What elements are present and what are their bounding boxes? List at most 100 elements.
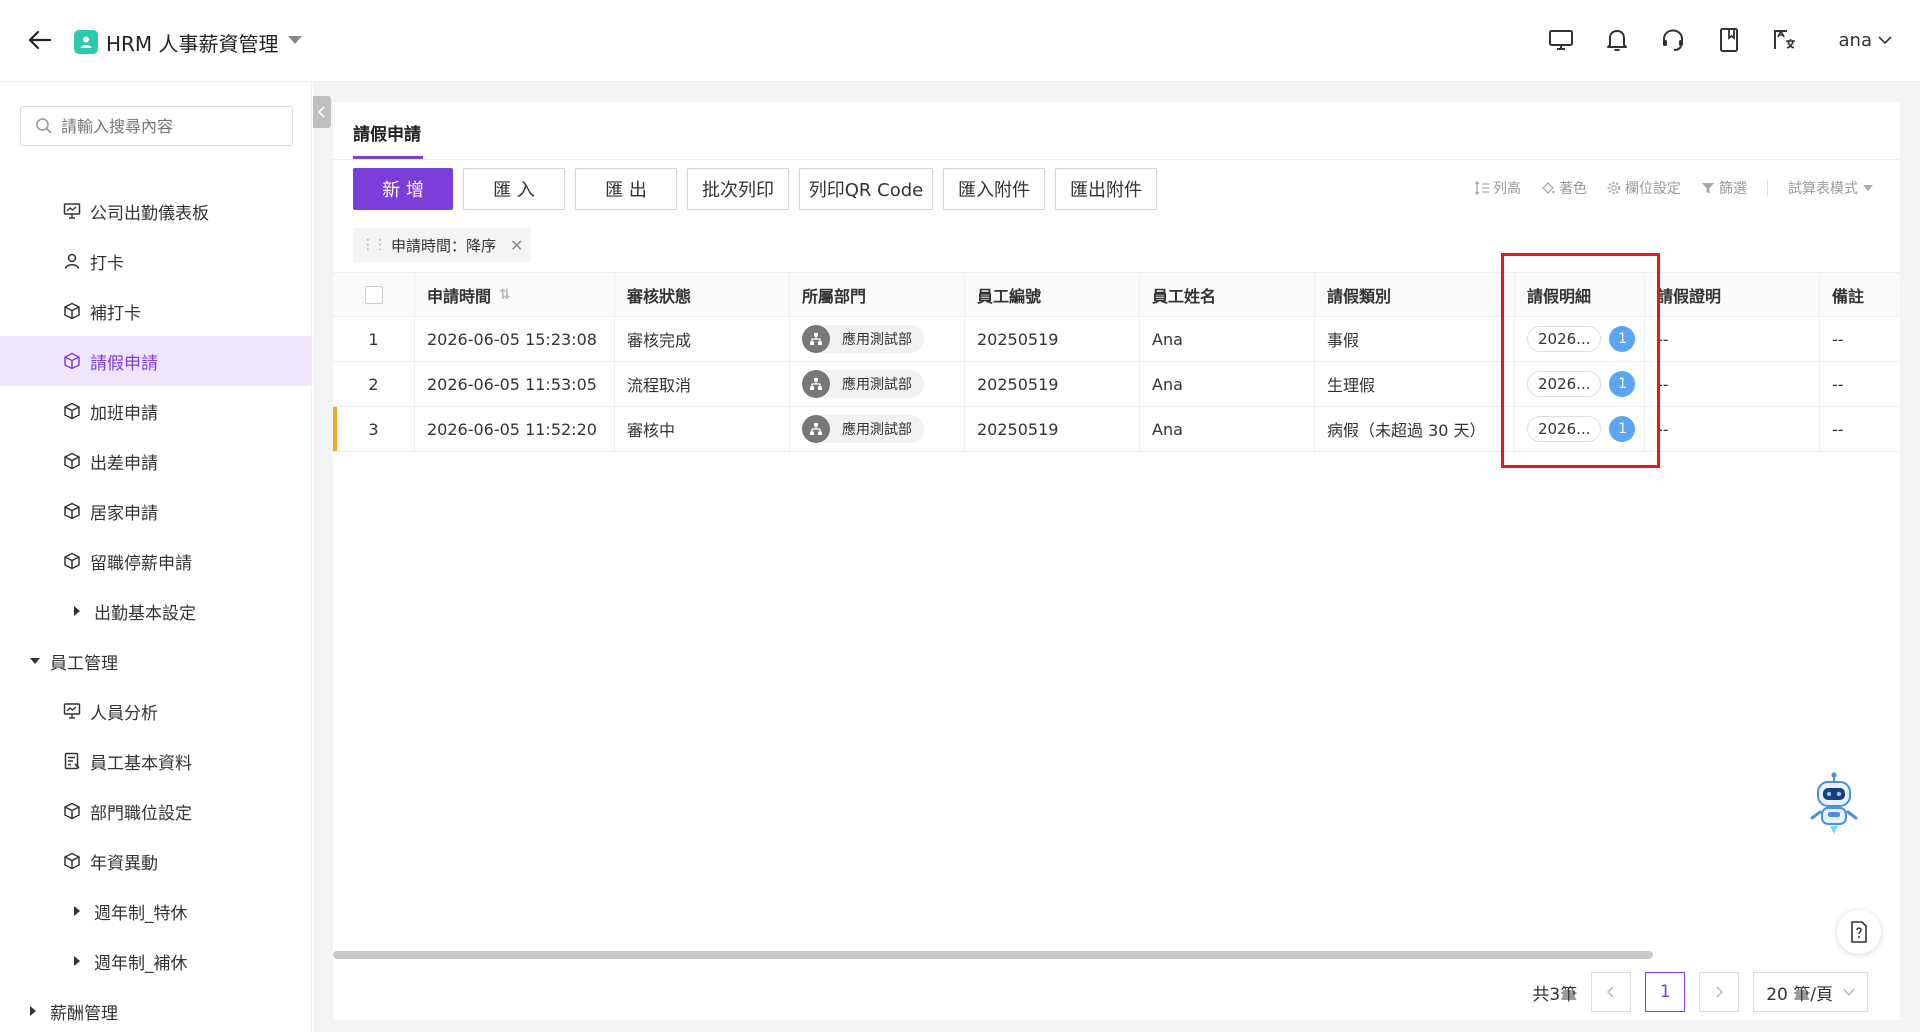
chevron-down-icon	[1878, 36, 1892, 45]
sidebar-item-10[interactable]: 人員分析	[0, 686, 312, 736]
sidebar-item-label: 週年制_補休	[94, 953, 188, 974]
detail-pill[interactable]: 2026...	[1527, 371, 1602, 397]
dept-badge[interactable]: 應用測試部	[802, 370, 924, 398]
sidebar-item-label: 補打卡	[90, 303, 141, 324]
app-logo-icon	[74, 30, 98, 54]
select-all-checkbox[interactable]	[364, 285, 383, 304]
col-header-note[interactable]: 備註	[1820, 273, 1900, 316]
col-header-type[interactable]: 請假類別	[1315, 273, 1515, 316]
table-row[interactable]: 2 2026-06-05 11:53:05 流程取消 應用測試部 20250519 Ana…	[333, 362, 1900, 407]
headset-icon[interactable]	[1657, 24, 1689, 56]
dept-badge[interactable]: 應用測試部	[802, 325, 924, 353]
cell-note: --	[1832, 419, 1844, 439]
chevron-left-icon	[1607, 986, 1614, 998]
column-settings-tool[interactable]: 欄位設定	[1607, 178, 1681, 198]
sidebar-item-3[interactable]: 請假申請	[0, 336, 312, 386]
search-input[interactable]	[61, 116, 281, 136]
export-button[interactable]: 匯 出	[575, 168, 677, 210]
sidebar-search[interactable]	[20, 106, 293, 146]
cube-icon	[62, 551, 82, 571]
color-tool[interactable]: 著色	[1541, 178, 1587, 198]
cell-detail: 2026... 1	[1515, 362, 1645, 406]
dept-badge[interactable]: 應用測試部	[802, 415, 924, 443]
cell-proof: --	[1645, 362, 1820, 406]
drag-handle-icon[interactable]: ⋮⋮	[361, 237, 387, 253]
col-header-detail[interactable]: 請假明細	[1515, 273, 1645, 316]
export-attachment-button[interactable]: 匯出附件	[1055, 168, 1157, 210]
sidebar-collapse-button[interactable]	[313, 96, 331, 128]
sidebar-item-1[interactable]: 打卡	[0, 236, 312, 286]
detail-pill[interactable]: 2026...	[1527, 416, 1602, 442]
table-row[interactable]: 1 2026-06-05 15:23:08 審核完成 應用測試部 20250519 Ana…	[333, 317, 1900, 362]
app-switch-caret-icon[interactable]	[288, 36, 302, 44]
page-size-select[interactable]: 20 筆/頁	[1753, 972, 1868, 1012]
cell-name: Ana	[1140, 317, 1315, 361]
col-header-emp-id[interactable]: 員工編號	[965, 273, 1140, 316]
back-arrow-icon[interactable]	[22, 22, 58, 58]
filter-tool[interactable]: 篩選	[1701, 178, 1747, 198]
translate-icon[interactable]	[1769, 24, 1801, 56]
sidebar-item-16[interactable]: 薪酬管理	[0, 986, 312, 1032]
sidebar-item-label: 週年制_特休	[94, 903, 188, 924]
detail-count-badge[interactable]: 1	[1609, 371, 1636, 397]
horizontal-scrollbar[interactable]	[333, 951, 1653, 959]
sort-icon[interactable]: ⇅	[499, 287, 511, 303]
import-button[interactable]: 匯 入	[463, 168, 565, 210]
user-menu[interactable]: ana	[1839, 30, 1892, 51]
bookmark-icon[interactable]	[1713, 24, 1745, 56]
tab-leave-application[interactable]: 請假申請	[353, 120, 421, 145]
sidebar-item-5[interactable]: 出差申請	[0, 436, 312, 486]
spreadsheet-mode-tool[interactable]: 試算表模式	[1788, 178, 1874, 198]
sidebar-item-label: 部門職位設定	[90, 803, 192, 824]
col-header-status[interactable]: 審核狀態	[615, 273, 790, 316]
close-icon[interactable]: ✕	[510, 236, 523, 255]
col-header-proof[interactable]: 請假證明	[1645, 273, 1820, 316]
sidebar-item-9[interactable]: 員工管理	[0, 636, 312, 686]
sidebar-item-14[interactable]: 週年制_特休	[0, 886, 312, 936]
assistant-robot-icon[interactable]	[1806, 772, 1862, 836]
print-qr-button[interactable]: 列印QR Code	[799, 168, 933, 210]
detail-count-badge[interactable]: 1	[1609, 416, 1636, 442]
add-button[interactable]: 新 增	[353, 168, 453, 210]
sort-tag[interactable]: ⋮⋮ 申請時間：降序 ✕	[353, 228, 532, 262]
table-row[interactable]: 3 2026-06-05 11:52:20 審核中 應用測試部 20250519 Ana 病…	[333, 407, 1900, 452]
dashboard-icon	[62, 201, 82, 221]
batch-print-button[interactable]: 批次列印	[687, 168, 789, 210]
select-all-cell	[333, 273, 415, 316]
dashboard-icon	[62, 701, 82, 721]
col-header-time[interactable]: 申請時間 ⇅	[415, 273, 615, 316]
caret-right-icon	[74, 906, 80, 916]
sidebar-item-4[interactable]: 加班申請	[0, 386, 312, 436]
cube-icon	[62, 451, 82, 471]
cell-type: 生理假	[1315, 362, 1515, 406]
sidebar-item-2[interactable]: 補打卡	[0, 286, 312, 336]
col-header-name[interactable]: 員工姓名	[1140, 273, 1315, 316]
detail-count-badge[interactable]: 1	[1609, 326, 1636, 352]
bell-icon[interactable]	[1601, 24, 1633, 56]
page-button-current[interactable]: 1	[1645, 972, 1686, 1012]
sidebar-item-11[interactable]: 員工基本資料	[0, 736, 312, 786]
sidebar-item-8[interactable]: 出勤基本設定	[0, 586, 312, 636]
sidebar-item-13[interactable]: 年資異動	[0, 836, 312, 886]
next-page-button[interactable]	[1699, 972, 1740, 1012]
chevron-left-icon	[318, 106, 325, 118]
cell-dept: 應用測試部	[790, 362, 965, 406]
sidebar-item-0[interactable]: 公司出勤儀表板	[0, 186, 312, 236]
col-header-dept[interactable]: 所屬部門	[790, 273, 965, 316]
sidebar-item-6[interactable]: 居家申請	[0, 486, 312, 536]
row-height-tool[interactable]: 列高	[1475, 178, 1521, 198]
sidebar-item-label: 出差申請	[90, 453, 158, 474]
sidebar-item-label: 留職停薪申請	[90, 553, 192, 574]
sidebar: 公司出勤儀表板打卡補打卡請假申請加班申請出差申請居家申請留職停薪申請出勤基本設定…	[0, 82, 312, 1032]
app-title[interactable]: HRM 人事薪資管理	[106, 28, 279, 57]
document-help-button[interactable]	[1837, 910, 1881, 954]
import-attachment-button[interactable]: 匯入附件	[943, 168, 1045, 210]
sidebar-item-7[interactable]: 留職停薪申請	[0, 536, 312, 586]
monitor-icon[interactable]	[1545, 24, 1577, 56]
org-chart-icon	[802, 370, 830, 398]
prev-page-button[interactable]	[1591, 972, 1632, 1012]
detail-pill[interactable]: 2026...	[1527, 326, 1602, 352]
table-header: 申請時間 ⇅ 審核狀態 所屬部門 員工編號 員工姓名 請假類別 請假明細 請假證…	[333, 272, 1900, 317]
sidebar-item-12[interactable]: 部門職位設定	[0, 786, 312, 836]
sidebar-item-15[interactable]: 週年制_補休	[0, 936, 312, 986]
